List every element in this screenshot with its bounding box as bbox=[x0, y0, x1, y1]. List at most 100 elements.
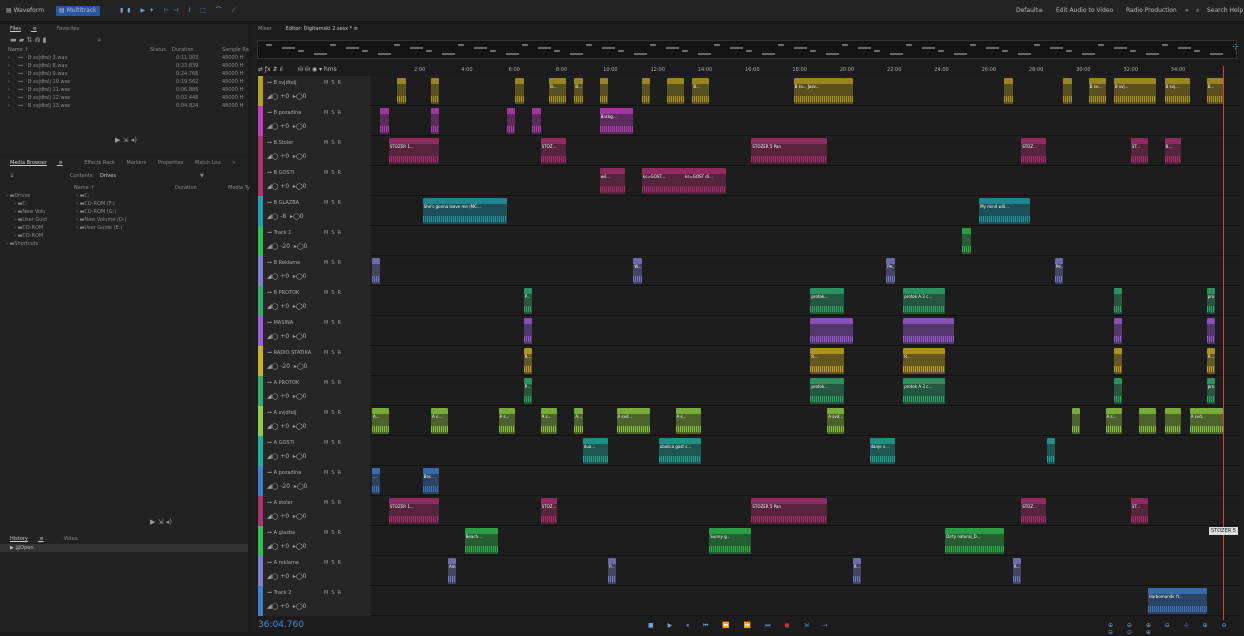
audio-clip[interactable] bbox=[1114, 318, 1123, 344]
tab-editor[interactable]: Editor: Digitarnski 2.sesx * ≡ bbox=[286, 26, 358, 32]
zoom-controls[interactable]: ⊕ ⊖ ⊕ ⊖ ⊹ ⊕ ⊖ ⊖ ⊙ ⊕ bbox=[1108, 622, 1244, 636]
drive-tree-item[interactable]: › ▬ New Volu bbox=[6, 208, 66, 216]
audio-clip[interactable]: pro... bbox=[1206, 378, 1216, 404]
audio-clip[interactable]: ks=GOST... bbox=[641, 168, 684, 194]
audio-clip[interactable]: Sunny g... bbox=[709, 528, 752, 554]
file-row[interactable]: › ⊶ B svjdtelj 11.wav 0:06.885 48000 H bbox=[0, 86, 248, 94]
audio-clip[interactable]: B sv... Jasv... bbox=[793, 78, 845, 104]
ruler-header-tools[interactable]: ⇄ ƒx ⇵ ıl ⛁ ⛁ ◉ ▾ hms bbox=[258, 66, 368, 76]
audio-clip[interactable]: B... bbox=[1206, 78, 1224, 104]
track-volume-knob[interactable]: ◢◯ -20 ▸◯0 bbox=[267, 483, 307, 490]
workspace-menu-icon[interactable]: ≡ bbox=[1038, 6, 1043, 16]
audio-clip[interactable]: A... bbox=[574, 408, 583, 434]
contents-dropdown[interactable]: Drives bbox=[100, 172, 116, 180]
mute-solo-record-buttons[interactable]: MSR bbox=[324, 440, 344, 446]
tab-media-browser[interactable]: Media Browser ≡ bbox=[10, 160, 73, 166]
audio-clip[interactable]: STOZ... bbox=[540, 498, 558, 524]
audio-clip[interactable]: P... bbox=[523, 378, 533, 404]
track-volume-knob[interactable]: ◢◯ +0 ▸◯0 bbox=[267, 303, 306, 310]
audio-clip[interactable] bbox=[1139, 408, 1157, 434]
audio-clip[interactable]: STOZ... bbox=[1021, 498, 1047, 524]
audio-clip[interactable] bbox=[1071, 408, 1081, 434]
audio-clip[interactable]: pro... bbox=[1206, 288, 1216, 314]
audio-clip[interactable] bbox=[667, 78, 684, 104]
audio-clip[interactable]: My mind will... bbox=[979, 198, 1030, 224]
audio-clip[interactable] bbox=[1114, 348, 1123, 374]
track-name[interactable]: ⊶ A PROTOK bbox=[267, 380, 299, 386]
audio-clip[interactable]: A s... bbox=[540, 408, 558, 434]
track-name[interactable]: ⊶ A glazba bbox=[267, 530, 295, 536]
track-lane[interactable]: R... R... R... R... bbox=[372, 347, 1240, 375]
audio-clip[interactable]: ... bbox=[372, 468, 381, 494]
drive-tree-item[interactable]: › ▬ C: bbox=[6, 200, 66, 208]
audio-clip[interactable]: A... bbox=[372, 408, 389, 434]
track-name[interactable]: ⊶ Track 2 bbox=[267, 590, 291, 596]
audio-clip[interactable]: W... bbox=[633, 258, 642, 284]
audio-clip[interactable]: STOZER 5 Pan bbox=[751, 138, 828, 164]
track-lane[interactable]: STOZER 1... STOZ... STOZER 5 Pan STOZ... ST.… bbox=[372, 497, 1240, 525]
media-play-controls[interactable]: ▶ ⇲ ◂) bbox=[140, 516, 172, 528]
expand-icon[interactable]: › bbox=[8, 70, 10, 78]
audio-clip[interactable]: R... bbox=[903, 348, 946, 374]
filter-icon[interactable]: ▼ bbox=[200, 172, 204, 180]
track-volume-knob[interactable]: ◢◯ +0 ▸◯0 bbox=[267, 123, 306, 130]
mute-solo-record-buttons[interactable]: MSR bbox=[324, 560, 344, 566]
mute-solo-record-buttons[interactable]: MSR bbox=[324, 470, 344, 476]
track-lane[interactable]: B... B... B... B sv... Jasv... B sv... B svj.… bbox=[372, 77, 1240, 105]
audio-clip[interactable] bbox=[1114, 378, 1123, 404]
session-overview[interactable] bbox=[257, 40, 1237, 59]
track-name[interactable]: ⊶ B Reklame bbox=[267, 260, 300, 266]
audio-clip[interactable]: STOZER 1... bbox=[388, 498, 440, 524]
audio-clip[interactable] bbox=[532, 108, 541, 134]
track-lane[interactable]: Am... P... R... R... bbox=[372, 557, 1240, 585]
mute-solo-record-buttons[interactable]: MSR bbox=[324, 200, 344, 206]
track-volume-knob[interactable]: ◢◯ +0 ▸◯0 bbox=[267, 393, 306, 400]
audio-clip[interactable]: protok A 2 c... bbox=[903, 288, 946, 314]
audio-clip[interactable]: R... bbox=[810, 348, 845, 374]
audio-clip[interactable]: Dirty natural_D... bbox=[945, 528, 1005, 554]
audio-clip[interactable] bbox=[506, 108, 516, 134]
audio-clip[interactable] bbox=[810, 318, 853, 344]
tab-history[interactable]: History ≡ bbox=[10, 536, 54, 542]
audio-clip[interactable]: A svd... bbox=[1189, 408, 1224, 434]
audio-clip[interactable] bbox=[599, 78, 608, 104]
expand-icon[interactable]: › bbox=[8, 62, 10, 70]
mute-solo-record-buttons[interactable]: MSR bbox=[324, 140, 344, 146]
audio-clip[interactable]: R... bbox=[1012, 558, 1022, 584]
track-name[interactable]: ⊶ A svjdtelj bbox=[267, 410, 297, 416]
audio-clip[interactable]: B... bbox=[549, 78, 566, 104]
audio-clip[interactable] bbox=[1164, 408, 1182, 434]
more-workspaces-icon[interactable]: » bbox=[1185, 6, 1189, 16]
audio-clip[interactable]: Pe... bbox=[1054, 258, 1064, 284]
track-name[interactable]: ⊶ B GLAZBA bbox=[267, 200, 299, 206]
expand-icon[interactable]: › bbox=[8, 54, 10, 62]
mute-solo-record-buttons[interactable]: MSR bbox=[324, 410, 344, 416]
audio-clip[interactable]: Am... bbox=[447, 558, 457, 584]
track-lane[interactable]: She's gonna leave me (MC... My mind will.… bbox=[372, 197, 1240, 225]
track-lane[interactable]: P... protok... protok A 3 c... pro... bbox=[372, 377, 1240, 405]
tab-properties[interactable]: Properties bbox=[158, 160, 183, 166]
tab-favorites[interactable]: Favorites bbox=[57, 26, 80, 32]
track-name[interactable]: ⊶ Track 1 bbox=[267, 230, 291, 236]
track-name[interactable]: ⊶ A reklame bbox=[267, 560, 299, 566]
audio-clip[interactable]: danje s... bbox=[869, 438, 895, 464]
track-name[interactable]: ⊶ A GOSTI bbox=[267, 440, 294, 446]
track-name[interactable]: ⊶ B PROTOK bbox=[267, 290, 299, 296]
track-lane[interactable]: P... protok... protok A 2 c... pro... bbox=[372, 287, 1240, 315]
audio-clip[interactable] bbox=[431, 78, 440, 104]
drive-tree-item[interactable]: › ▬ CD-ROM bbox=[6, 224, 66, 232]
files-toolbar[interactable]: ▬ ▰ ⇅ ⋒ ▮ ⌕ bbox=[0, 34, 248, 46]
waveform-view-button[interactable]: ▤ Waveform bbox=[6, 6, 44, 16]
audio-clip[interactable]: B... bbox=[1164, 138, 1182, 164]
files-play-controls[interactable]: ▶ ⇲ ◂) bbox=[105, 134, 137, 146]
audio-clip[interactable]: ST... bbox=[1130, 138, 1148, 164]
audio-clip[interactable] bbox=[1114, 288, 1123, 314]
track-lane[interactable]: STOZER 1... STOZ... STOZER 5 Pan STOZ... ST.… bbox=[372, 137, 1240, 165]
mute-solo-record-buttons[interactable]: MSR bbox=[324, 380, 344, 386]
audio-clip[interactable] bbox=[1206, 318, 1216, 344]
audio-clip[interactable]: P... bbox=[608, 558, 617, 584]
audio-clip[interactable] bbox=[380, 108, 389, 134]
mute-solo-record-buttons[interactable]: MSR bbox=[324, 320, 344, 326]
mute-solo-record-buttons[interactable]: MSR bbox=[324, 290, 344, 296]
track-volume-knob[interactable]: ◢◯ +0 ▸◯0 bbox=[267, 273, 306, 280]
